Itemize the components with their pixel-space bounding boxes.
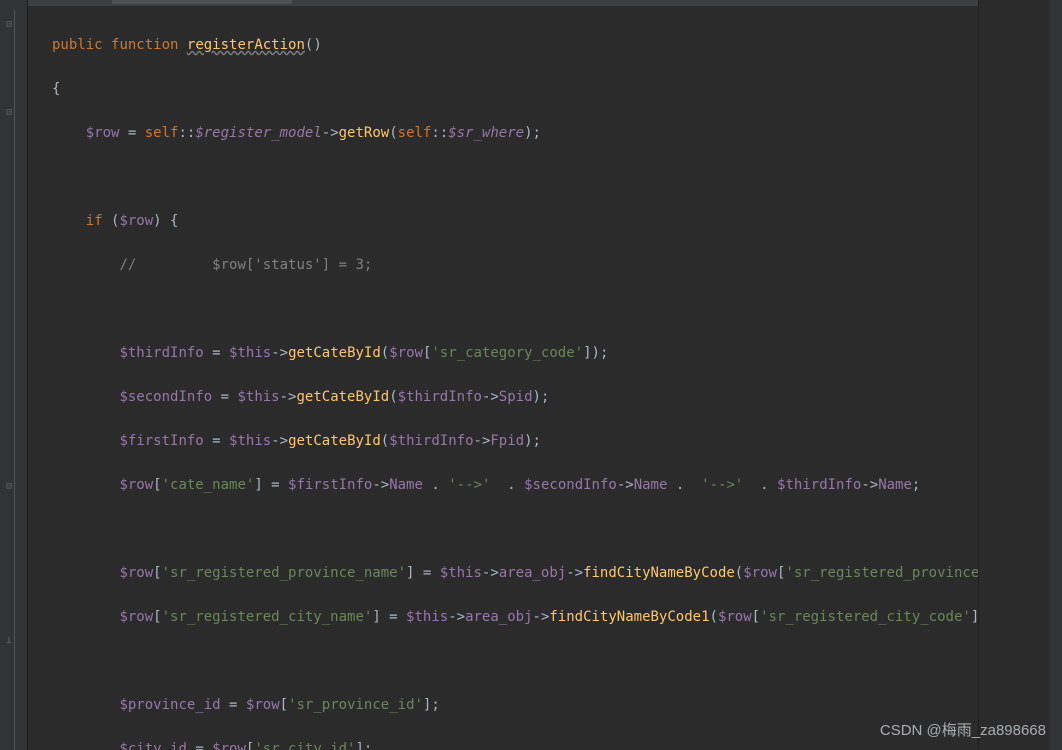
keyword: self	[145, 125, 179, 141]
keyword: if	[86, 213, 103, 229]
fold-line	[14, 10, 15, 750]
fold-icon[interactable]: ⊟	[6, 476, 12, 498]
keyword: function	[111, 37, 178, 53]
vertical-scrollbar[interactable]	[1050, 0, 1062, 750]
code-editor[interactable]: ⊟ ⊟ ⊟ ⊥ public function registerAction()…	[0, 0, 1062, 750]
fold-icon[interactable]: ⊟	[6, 102, 12, 124]
method: getRow	[339, 125, 390, 141]
field: $register_model	[195, 125, 321, 141]
variable: $row	[86, 125, 120, 141]
keyword: public	[52, 37, 103, 53]
code-area[interactable]: public function registerAction() { $row …	[28, 0, 978, 750]
minimap[interactable]	[978, 0, 1050, 750]
gutter[interactable]: ⊟ ⊟ ⊟ ⊥	[0, 0, 28, 750]
comment: // $row['status'] = 3;	[119, 257, 372, 273]
function-name: registerAction	[187, 37, 305, 53]
watermark: CSDN @梅雨_za898668	[880, 720, 1046, 742]
fold-end-icon[interactable]: ⊥	[6, 630, 12, 652]
fold-icon[interactable]: ⊟	[6, 14, 12, 36]
